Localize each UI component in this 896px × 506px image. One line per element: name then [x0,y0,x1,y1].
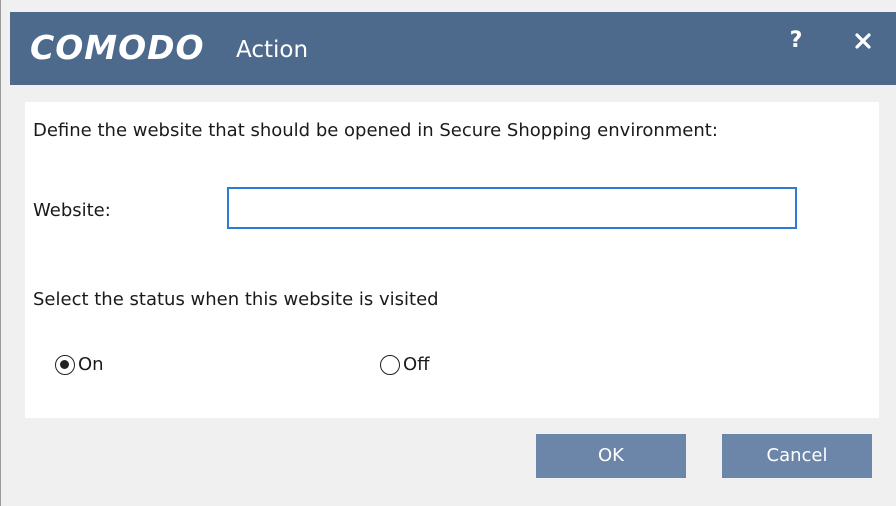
status-off-label: Off [403,354,430,375]
help-button[interactable]: ? [781,24,811,58]
status-on-radio[interactable]: On [55,353,104,377]
close-icon [855,33,871,49]
website-input[interactable] [227,187,797,229]
radio-unselected-icon[interactable] [380,355,400,375]
status-off-radio[interactable]: Off [380,353,430,377]
close-button[interactable] [848,24,880,58]
window-title: Action [236,37,309,63]
status-on-label: On [78,354,104,375]
website-label: Website: [33,200,111,221]
status-label: Select the status when this website is v… [33,289,439,310]
website-prompt: Define the website that should be opened… [33,120,718,141]
cancel-button[interactable]: Cancel [722,434,872,478]
action-dialog: COMODO Action ? Define the website that … [0,0,896,506]
content-panel: Define the website that should be opened… [25,102,879,418]
radio-selected-icon[interactable] [55,355,75,375]
ok-button[interactable]: OK [536,434,686,478]
title-bar: COMODO Action ? [10,12,896,85]
comodo-logo: COMODO [30,28,205,67]
